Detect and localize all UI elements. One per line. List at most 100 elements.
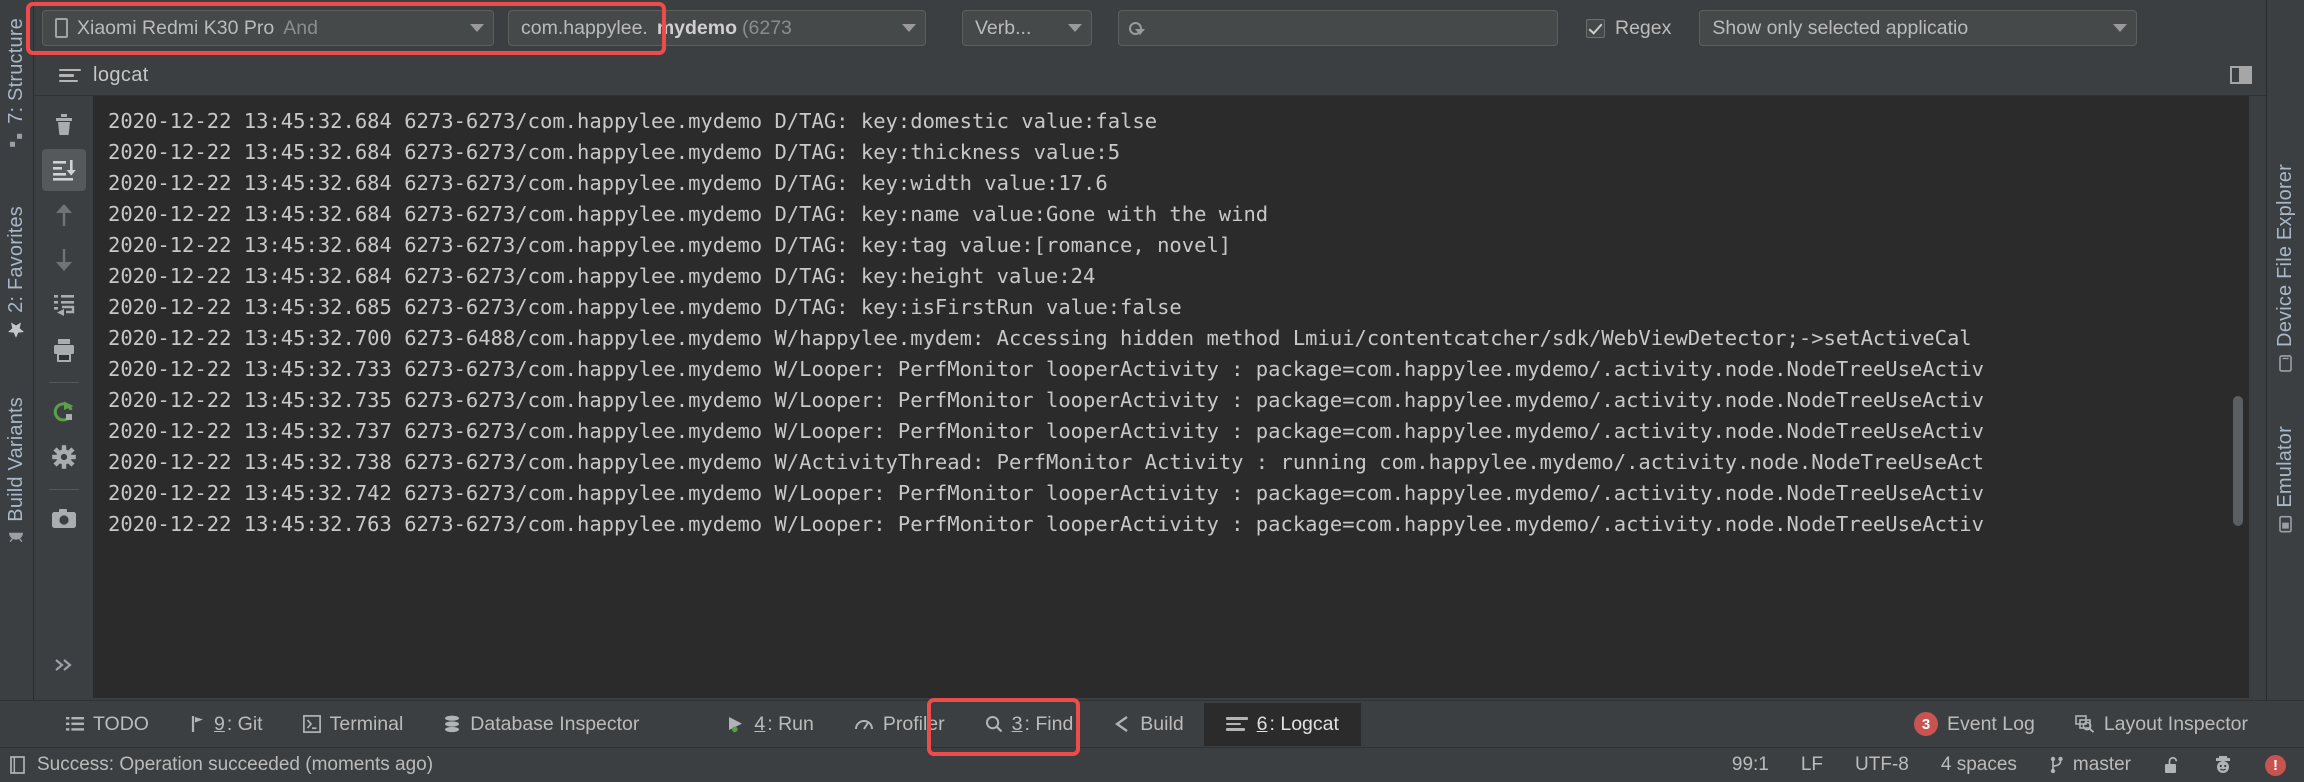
tool-button-terminal[interactable]: Terminal [283, 707, 424, 742]
device-selector-dropdown[interactable]: Xiaomi Redmi K30 Pro And [42, 10, 494, 46]
log-line: 2020-12-22 13:45:32.684 6273-6273/com.ha… [108, 171, 1108, 195]
down-the-stack-button[interactable] [42, 239, 86, 281]
terminal-icon [302, 715, 321, 733]
log-line: 2020-12-22 13:45:32.735 6273-6273/com.ha… [108, 388, 1984, 412]
filter-scope-value: Show only selected applicatio [1712, 16, 1969, 39]
chevron-down-icon [902, 24, 916, 32]
error-notification-icon[interactable]: ! [2249, 754, 2290, 776]
sidebar-item-emulator[interactable]: Emulator [2274, 412, 2297, 533]
logcat-icon [1225, 717, 1248, 731]
gutter-divider [48, 382, 79, 383]
logcat-tab-title[interactable]: logcat [93, 64, 149, 87]
process-selector-dropdown[interactable]: com.happylee. mydemo (6273 [508, 10, 926, 46]
tool-button-label: Build [1140, 712, 1184, 735]
sidebar-item-label: 2: Favorites [5, 205, 27, 313]
tool-button-todo[interactable]: TODO [46, 707, 169, 742]
restart-logcat-button[interactable] [42, 391, 86, 433]
database-icon [443, 715, 461, 733]
gutter-divider [48, 489, 79, 490]
device-file-explorer-icon [2278, 355, 2293, 372]
tool-button-mnemonic: 6 [1256, 712, 1268, 735]
scroll-to-end-button[interactable] [41, 149, 86, 191]
chevron-down-icon [470, 24, 484, 32]
logcat-icon [59, 68, 81, 83]
sidebar-item-label: Build Variants [5, 396, 27, 522]
git-branch-widget[interactable]: master [2033, 754, 2147, 776]
expand-actions-button[interactable] [42, 644, 86, 686]
build-icon [1113, 715, 1131, 733]
star-icon [8, 321, 26, 339]
screenshot-button[interactable] [42, 498, 86, 540]
log-line: 2020-12-22 13:45:32.700 6273-6488/com.ha… [108, 326, 1972, 350]
print-button[interactable] [42, 329, 86, 371]
log-line: 2020-12-22 13:45:32.763 6273-6273/com.ha… [108, 512, 1984, 536]
chevron-down-icon [1068, 24, 1082, 32]
file-encoding[interactable]: UTF-8 [1839, 754, 1925, 776]
device-suffix: And [283, 16, 318, 39]
tool-button-label: Profiler [882, 712, 945, 735]
logcat-output-area[interactable]: 2020-12-22 13:45:32.684 6273-6273/com.ha… [94, 96, 2249, 698]
log-line: 2020-12-22 13:45:32.742 6273-6273/com.ha… [108, 481, 1984, 505]
profiler-icon [854, 716, 874, 732]
tool-button-label: Database Inspector [470, 712, 640, 735]
log-line: 2020-12-22 13:45:32.737 6273-6273/com.ha… [108, 419, 1984, 443]
sidebar-item-label: 7: Structure [5, 18, 27, 124]
status-message-icon [10, 755, 27, 775]
gear-icon[interactable] [42, 436, 86, 478]
soft-wrap-button[interactable] [42, 284, 86, 326]
tool-button-run[interactable]: 4 : Run [707, 707, 833, 742]
sidebar-item-favorites[interactable]: 2: Favorites [5, 192, 28, 349]
find-icon [985, 715, 1003, 733]
git-branch-name: master [2072, 754, 2131, 775]
sidebar-item-label: Emulator [2274, 425, 2296, 508]
regex-label: Regex [1615, 16, 1672, 39]
tool-button-label: Terminal [329, 712, 404, 735]
up-the-stack-button[interactable] [42, 194, 86, 236]
caret-position[interactable]: 99:1 [1716, 754, 1785, 776]
structure-icon [9, 132, 25, 148]
restore-layout-button[interactable] [2230, 66, 2252, 84]
process-package: com.happylee. [521, 16, 648, 39]
hector-icon[interactable] [2197, 755, 2249, 775]
sidebar-item-build-variants[interactable]: Build Variants [5, 383, 28, 554]
tool-button-layout-inspector[interactable]: Layout Inspector [2055, 707, 2268, 742]
unlock-icon[interactable] [2147, 756, 2197, 775]
filter-scope-dropdown[interactable]: Show only selected applicatio [1699, 10, 2138, 46]
log-line: 2020-12-22 13:45:32.684 6273-6273/com.ha… [108, 264, 1096, 288]
logcat-vertical-scrollbar[interactable] [2233, 396, 2243, 526]
git-icon [189, 715, 205, 733]
tool-button-label: : Run [767, 712, 814, 735]
tool-button-event-log[interactable]: 3 Event Log [1894, 706, 2055, 742]
sidebar-item-structure[interactable]: 7: Structure [5, 4, 28, 158]
status-bar: Success: Operation succeeded (moments ag… [0, 747, 2304, 782]
tool-button-label: Event Log [1946, 712, 2035, 735]
tool-button-mnemonic: 4 [754, 712, 766, 735]
todo-icon [66, 716, 84, 732]
tool-button-logcat[interactable]: 6 : Logcat [1203, 702, 1361, 746]
log-line: 2020-12-22 13:45:32.733 6273-6273/com.ha… [108, 357, 1984, 381]
tool-button-label: : Git [226, 712, 263, 735]
emulator-icon [2278, 515, 2293, 533]
tool-button-find[interactable]: 3 : Find [965, 707, 1094, 742]
phone-icon [55, 18, 68, 38]
regex-checkbox[interactable]: Regex [1586, 17, 1671, 40]
sidebar-item-label: Device File Explorer [2274, 164, 2296, 347]
tool-button-build[interactable]: Build [1093, 707, 1203, 742]
device-name: Xiaomi Redmi K30 Pro [77, 16, 275, 39]
chevron-down-icon [2113, 24, 2128, 32]
logcat-search-field[interactable] [1118, 10, 1558, 46]
bottom-tool-window-bar: TODO 9 : Git Terminal Database Inspector… [0, 700, 2304, 747]
indent-setting[interactable]: 4 spaces [1925, 754, 2033, 776]
clear-logcat-button[interactable] [42, 104, 86, 146]
tool-button-label: : Find [1024, 712, 1074, 735]
log-line: 2020-12-22 13:45:32.684 6273-6273/com.ha… [108, 109, 1158, 133]
tool-button-profiler[interactable]: Profiler [834, 707, 965, 742]
process-name: mydemo [656, 16, 738, 39]
sidebar-item-device-file-explorer[interactable]: Device File Explorer [2274, 150, 2297, 372]
logcat-filter-toolbar: Xiaomi Redmi K30 Pro And com.happylee. m… [34, 0, 2266, 56]
log-level-dropdown[interactable]: Verb... [962, 10, 1092, 46]
line-separator[interactable]: LF [1785, 754, 1839, 776]
tool-button-git[interactable]: 9 : Git [169, 707, 283, 742]
tool-button-database-inspector[interactable]: Database Inspector [423, 707, 659, 742]
log-line: 2020-12-22 13:45:32.684 6273-6273/com.ha… [108, 233, 1232, 257]
